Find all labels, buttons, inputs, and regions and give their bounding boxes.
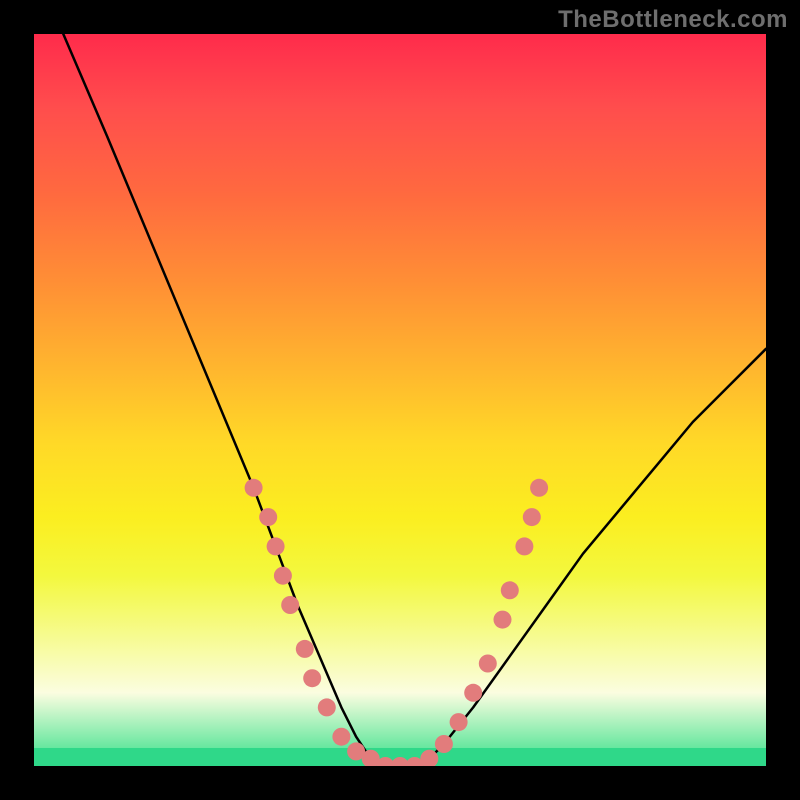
- data-point: [501, 581, 519, 599]
- data-point: [332, 728, 350, 746]
- data-point: [296, 640, 314, 658]
- brand-watermark: TheBottleneck.com: [558, 6, 788, 34]
- bottleneck-curve: [63, 34, 766, 766]
- data-point: [479, 655, 497, 673]
- data-point: [435, 735, 453, 753]
- chart-plot-area: [34, 34, 766, 766]
- data-point: [259, 508, 277, 526]
- data-point: [281, 596, 299, 614]
- curve-layer: [63, 34, 766, 766]
- data-point: [530, 479, 548, 497]
- chart-frame: TheBottleneck.com: [0, 0, 800, 800]
- data-point: [464, 684, 482, 702]
- data-point: [523, 508, 541, 526]
- marker-layer: [245, 479, 548, 766]
- data-point: [494, 611, 512, 629]
- data-point: [515, 537, 533, 555]
- data-point: [245, 479, 263, 497]
- chart-svg: [34, 34, 766, 766]
- data-point: [274, 567, 292, 585]
- data-point: [267, 537, 285, 555]
- data-point: [303, 669, 321, 687]
- data-point: [450, 713, 468, 731]
- data-point: [318, 698, 336, 716]
